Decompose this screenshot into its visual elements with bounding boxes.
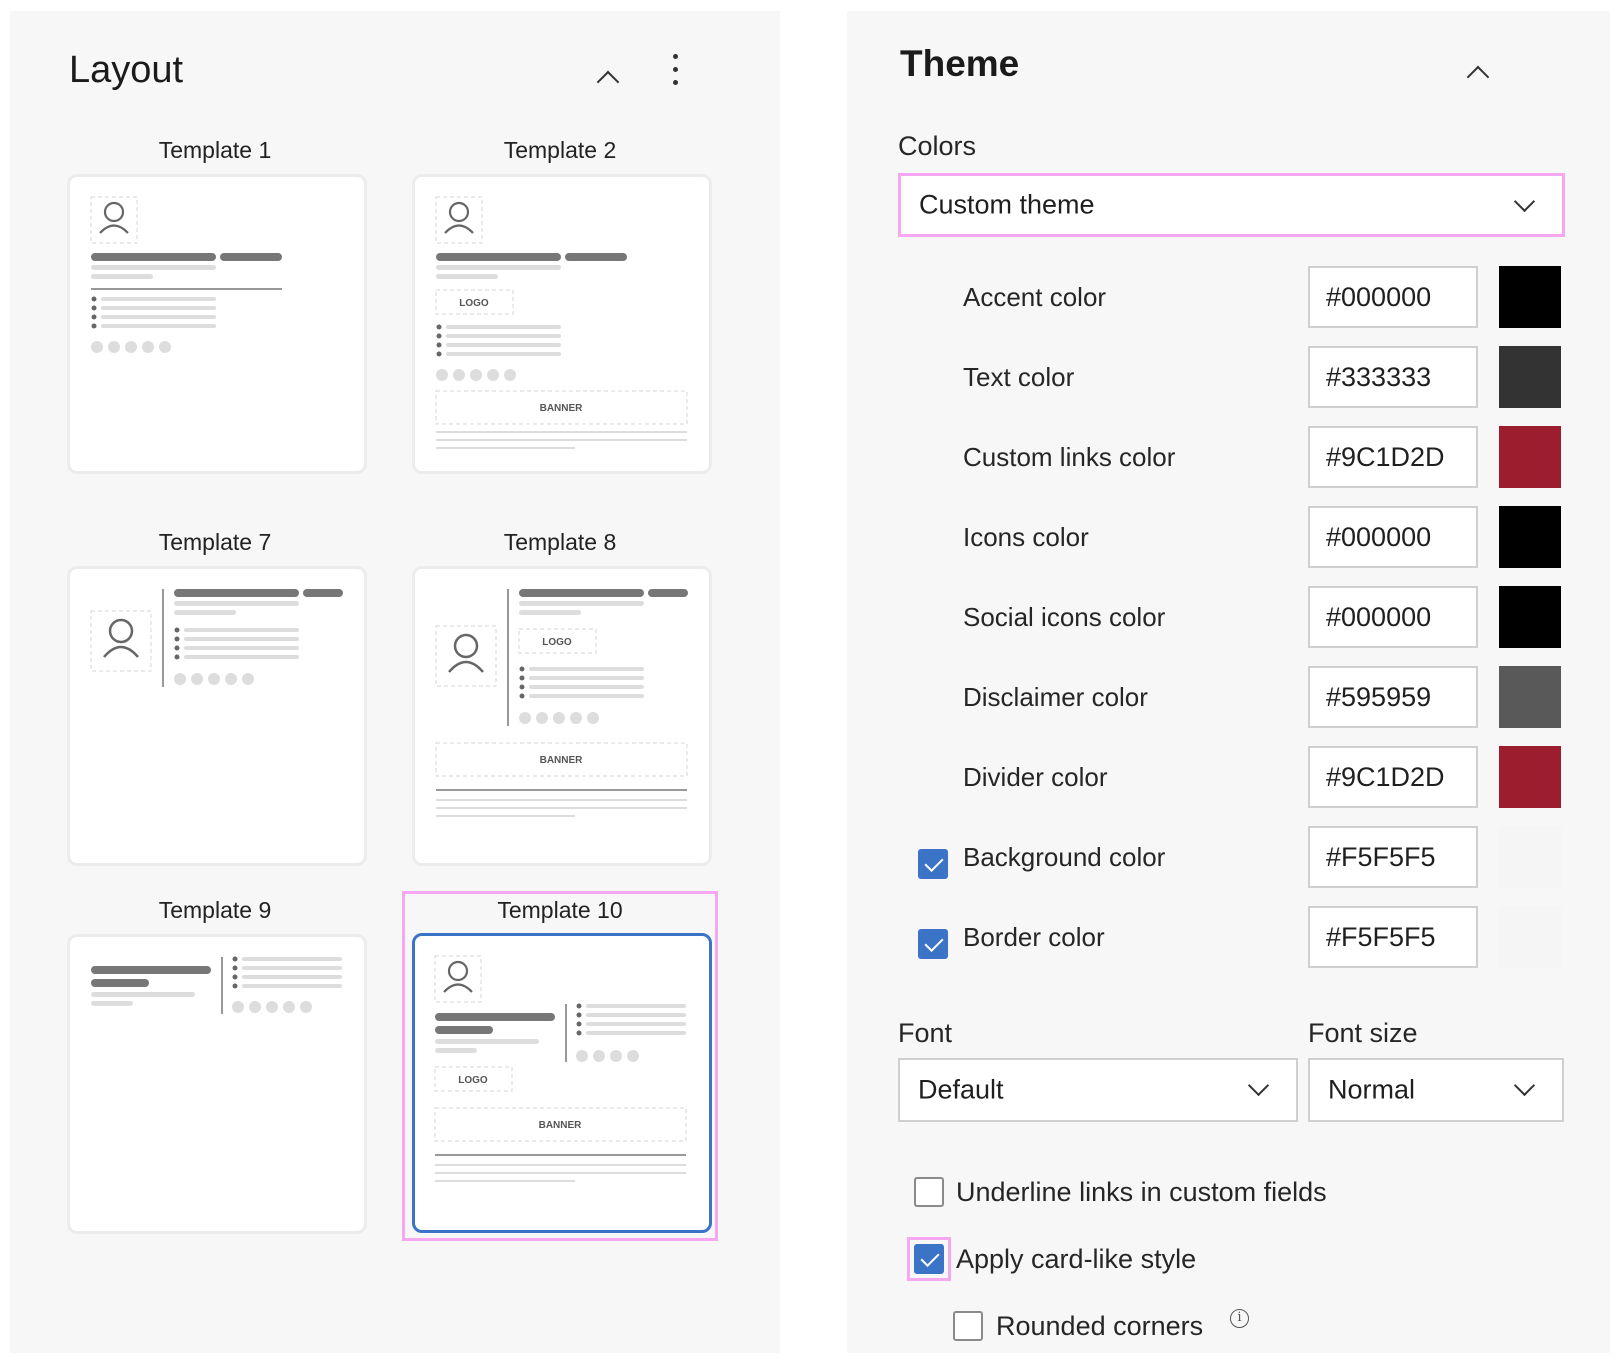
template-10-banner-text: BANNER [539,1120,583,1131]
accent-color-label: Accent color [963,282,1107,312]
template-1-label: Template 1 [158,137,272,163]
background-color-label: Background color [963,842,1166,872]
icons-color-input[interactable]: #000000 [1308,506,1478,568]
font-label: Font [898,1018,953,1048]
theme-panel: Theme Colors Custom theme Accent color #… [847,11,1610,1353]
font-value: Default [918,1074,1004,1105]
social-icons-color-swatch[interactable] [1499,586,1561,648]
border-color-checkbox[interactable] [918,929,948,959]
font-size-select[interactable]: Normal [1308,1058,1564,1122]
underline-links-checkbox[interactable] [914,1177,944,1207]
template-10-logo-text: LOGO [458,1075,488,1086]
template-10-preview: LOGO BANNER [434,955,687,1182]
underline-links-label: Underline links in custom fields [956,1177,1327,1207]
rounded-corners-checkbox[interactable] [953,1311,983,1341]
template-2-card[interactable]: LOGO BANNER [412,174,712,474]
template-9-preview [91,956,342,1014]
accent-color-input[interactable]: #000000 [1308,266,1478,328]
font-select[interactable]: Default [898,1058,1298,1122]
card-style-label: Apply card-like style [956,1244,1197,1274]
social-icons-color-label: Social icons color [963,602,1166,632]
background-color-input[interactable]: #F5F5F5 [1308,826,1478,888]
template-10-card[interactable]: LOGO BANNER [412,933,712,1233]
template-9-card[interactable] [67,934,367,1234]
layout-title: Layout [69,49,184,91]
font-size-value: Normal [1328,1074,1416,1105]
template-8-logo-text: LOGO [542,637,572,648]
background-color-swatch[interactable] [1499,826,1561,888]
info-icon[interactable]: i [1230,1309,1249,1328]
divider-color-swatch[interactable] [1499,746,1561,808]
disclaimer-color-swatch[interactable] [1499,666,1561,728]
template-9-label: Template 9 [158,897,272,923]
template-2-label: Template 2 [503,137,617,163]
template-2-preview: LOGO BANNER [435,196,688,449]
chevron-down-icon [1513,190,1536,213]
more-options-icon[interactable] [673,54,679,93]
disclaimer-color-label: Disclaimer color [963,682,1148,712]
template-8-card[interactable]: LOGO BANNER [412,566,712,866]
template-7-preview [90,589,343,687]
card-style-checkbox[interactable] [914,1244,944,1274]
custom-links-color-input[interactable]: #9C1D2D [1308,426,1478,488]
template-10-label: Template 10 [497,897,623,923]
template-7-label: Template 7 [158,529,272,555]
disclaimer-color-input[interactable]: #595959 [1308,666,1478,728]
text-color-swatch[interactable] [1499,346,1561,408]
font-size-label: Font size [1308,1018,1418,1048]
border-color-swatch[interactable] [1499,906,1561,968]
icons-color-swatch[interactable] [1499,506,1561,568]
accent-color-swatch[interactable] [1499,266,1561,328]
template-2-banner-text: BANNER [540,403,584,414]
divider-color-input[interactable]: #9C1D2D [1308,746,1478,808]
template-8-label: Template 8 [503,529,617,555]
social-icons-color-input[interactable]: #000000 [1308,586,1478,648]
template-1-preview [90,196,282,353]
colors-theme-select[interactable]: Custom theme [898,173,1565,237]
colors-label: Colors [898,131,977,161]
text-color-input[interactable]: #333333 [1308,346,1478,408]
collapse-theme-icon[interactable] [1466,65,1490,89]
custom-links-color-label: Custom links color [963,442,1176,472]
chevron-down-icon [1247,1074,1270,1097]
template-8-banner-text: BANNER [540,755,584,766]
border-color-label: Border color [963,922,1105,952]
colors-theme-value: Custom theme [919,189,1095,220]
template-8-preview: LOGO BANNER [435,589,688,817]
icons-color-label: Icons color [963,522,1089,552]
collapse-layout-icon[interactable] [596,70,620,94]
rounded-corners-label: Rounded corners [996,1311,1204,1341]
template-7-card[interactable] [67,566,367,866]
template-2-logo-text: LOGO [459,298,489,309]
divider-color-label: Divider color [963,762,1108,792]
border-color-input[interactable]: #F5F5F5 [1308,906,1478,968]
template-1-card[interactable] [67,174,367,474]
custom-links-color-swatch[interactable] [1499,426,1561,488]
chevron-down-icon [1513,1074,1536,1097]
text-color-label: Text color [963,362,1075,392]
layout-panel: Layout Template 1 Template 2 LOGO BANNER… [10,11,780,1353]
background-color-checkbox[interactable] [918,849,948,879]
theme-title: Theme [900,43,1020,84]
